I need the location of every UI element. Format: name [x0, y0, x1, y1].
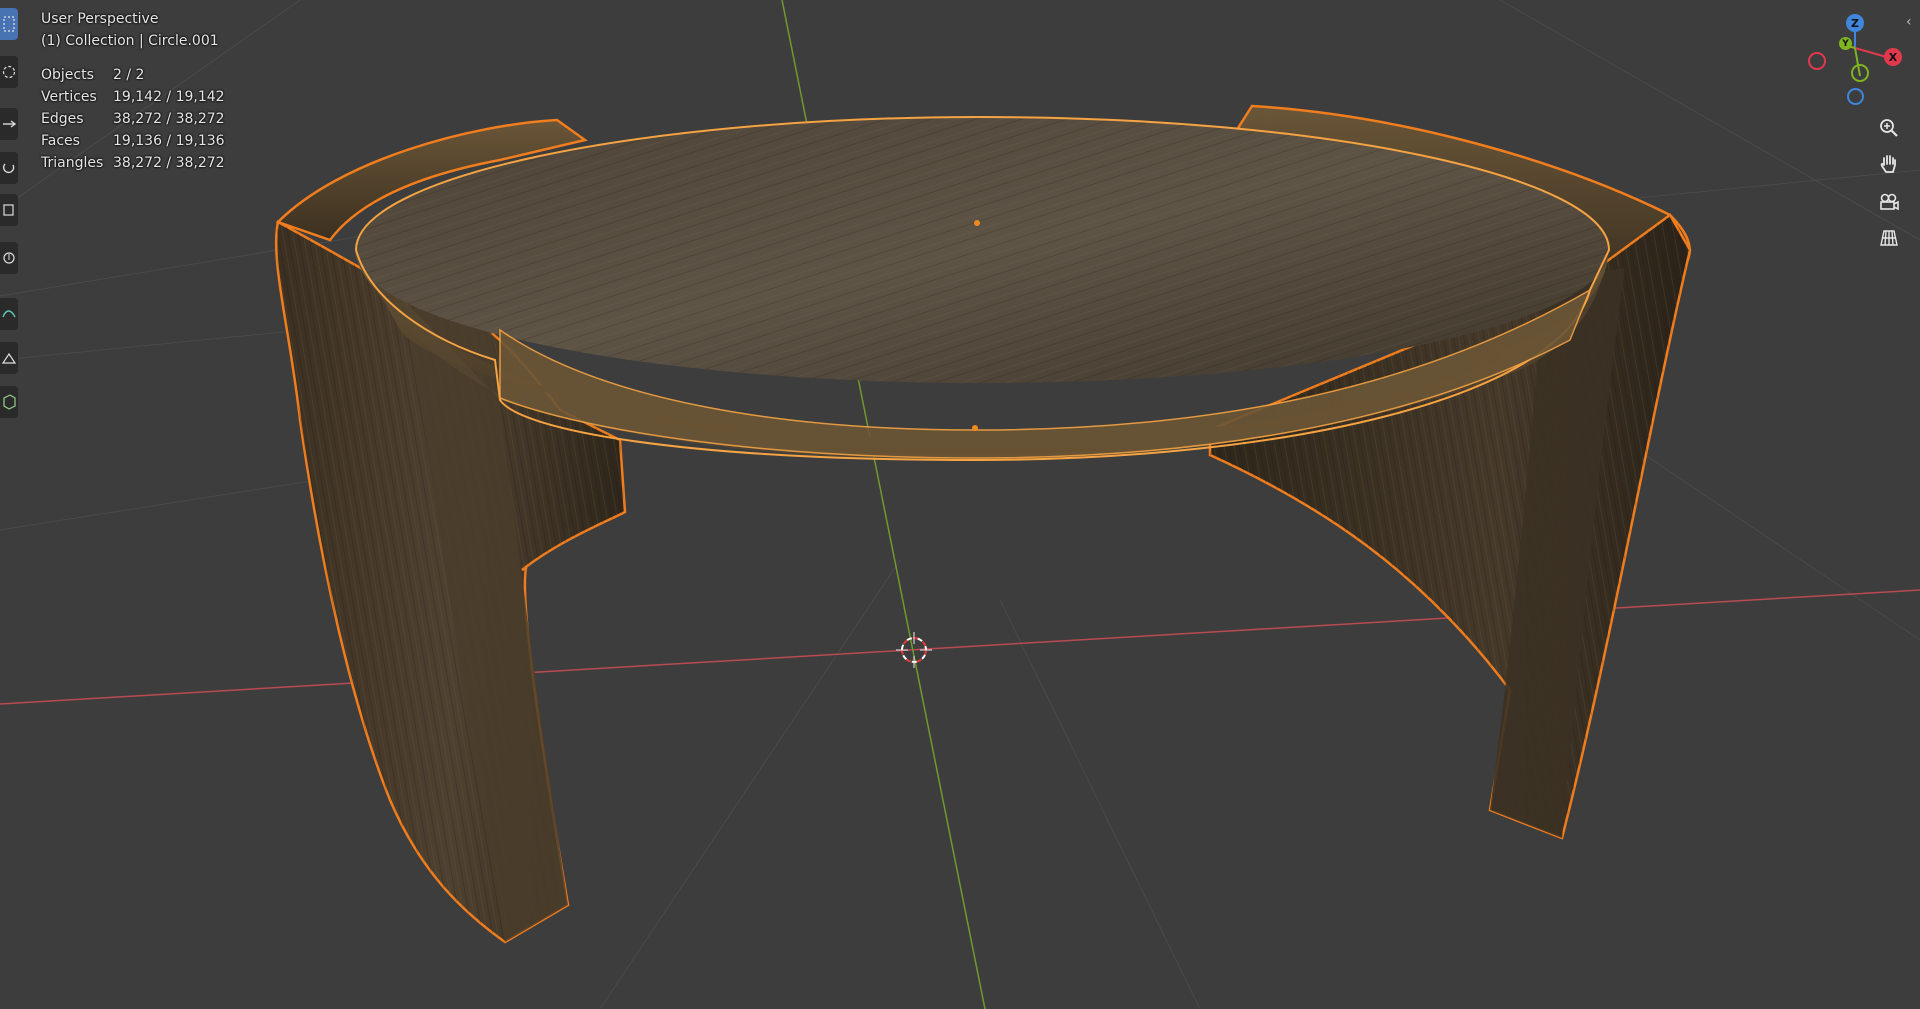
- origin-point-top: [974, 220, 980, 226]
- gizmo-neg-z-axis[interactable]: [1847, 88, 1864, 105]
- 3d-viewport[interactable]: User Perspective (1) Collection | Circle…: [0, 0, 1920, 1009]
- view-name: User Perspective: [41, 11, 159, 27]
- navigation-gizmo[interactable]: Z Y X: [1800, 8, 1910, 112]
- camera-icon[interactable]: [1873, 186, 1905, 218]
- scale-icon[interactable]: [0, 194, 18, 226]
- stat-vertices: Vertices 19,142 / 19,142: [41, 89, 225, 105]
- stat-faces: Faces 19,136 / 19,136: [41, 133, 225, 149]
- stat-triangles: Triangles 38,272 / 38,272: [41, 155, 225, 171]
- grid-perspective-icon[interactable]: [1873, 222, 1905, 254]
- collection-label: (1) Collection | Circle.001: [41, 33, 219, 49]
- annotate-icon[interactable]: [0, 298, 18, 330]
- x-axis-line: [0, 589, 1920, 705]
- gizmo-y-axis[interactable]: Y: [1839, 37, 1852, 50]
- zoom-icon[interactable]: [1873, 112, 1905, 144]
- gizmo-neg-y-axis[interactable]: [1851, 64, 1869, 82]
- rotate-icon[interactable]: [0, 152, 18, 184]
- stat-edges: Edges 38,272 / 38,272: [41, 111, 225, 127]
- pan-hand-icon[interactable]: [1873, 148, 1905, 180]
- sidebar-toggle-icon[interactable]: ‹: [1906, 14, 1912, 30]
- gizmo-neg-x-axis[interactable]: [1808, 52, 1826, 70]
- origin-point-apron: [972, 425, 978, 431]
- measure-icon[interactable]: [0, 342, 18, 374]
- add-cube-icon[interactable]: [0, 386, 18, 418]
- gizmo-z-axis[interactable]: Z: [1846, 14, 1864, 32]
- stat-objects: Objects 2 / 2: [41, 67, 145, 83]
- move-icon[interactable]: [0, 108, 18, 140]
- scene-render: [0, 0, 1920, 1009]
- select-box-icon[interactable]: [0, 8, 18, 40]
- gizmo-x-axis[interactable]: X: [1884, 48, 1902, 66]
- viewport-info-overlay: User Perspective (1) Collection | Circle…: [41, 8, 225, 174]
- cursor-icon[interactable]: [0, 56, 18, 88]
- transform-icon[interactable]: [0, 242, 18, 274]
